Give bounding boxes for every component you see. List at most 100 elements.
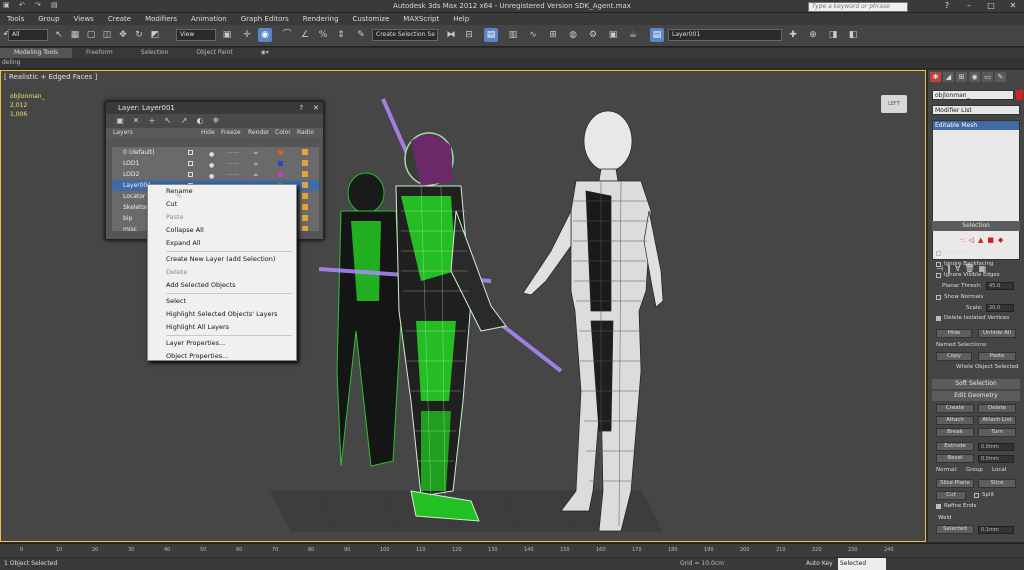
radiosity-icon[interactable] bbox=[302, 149, 308, 155]
add-to-layer-icon[interactable]: ⊕ bbox=[806, 28, 820, 42]
material-editor-icon[interactable]: ◍ bbox=[566, 28, 580, 42]
freeze-all-icon[interactable]: ❄ bbox=[211, 116, 221, 126]
refine-ends-checkbox[interactable] bbox=[936, 504, 941, 509]
create-tab-icon[interactable]: ✱ bbox=[930, 72, 941, 82]
hide-checkbox[interactable] bbox=[188, 150, 193, 155]
layer-window-titlebar[interactable]: Layer: Layer001 ? ✕ bbox=[106, 102, 323, 114]
edit-geometry-rollout-header[interactable]: Edit Geometry bbox=[932, 391, 1020, 401]
menu-modifiers[interactable]: Modifiers bbox=[138, 13, 184, 25]
mirror-icon[interactable]: ⧓ bbox=[444, 28, 458, 42]
close-icon[interactable]: ✕ bbox=[1004, 1, 1022, 11]
ignore-visible-edges-checkbox[interactable] bbox=[936, 273, 941, 278]
col-render[interactable]: Render bbox=[248, 128, 275, 138]
stack-item-editable-mesh[interactable]: Editable Mesh bbox=[933, 121, 1019, 130]
menu-item-highlight-all-layers[interactable]: Highlight All Layers bbox=[148, 321, 296, 334]
schematic-view-icon[interactable]: ⊞ bbox=[546, 28, 560, 42]
col-radiosity[interactable]: Radio bbox=[297, 128, 315, 138]
local-radio[interactable]: Local bbox=[992, 467, 1006, 473]
named-selection-combo[interactable]: Create Selection Se bbox=[372, 29, 438, 41]
select-object-icon[interactable]: ↖ bbox=[52, 28, 66, 42]
tab-selection[interactable]: Selection bbox=[127, 48, 183, 58]
col-freeze[interactable]: Freeze bbox=[221, 128, 248, 138]
hide-all-icon[interactable]: ◐ bbox=[195, 116, 205, 126]
highlight-selected-icon[interactable]: ↗ bbox=[179, 116, 189, 126]
add-selected-icon[interactable]: + bbox=[147, 116, 157, 126]
menu-animation[interactable]: Animation bbox=[184, 13, 234, 25]
viewcube[interactable]: LEFT bbox=[881, 95, 907, 113]
rect-selection-icon[interactable]: ▢ bbox=[84, 28, 98, 42]
hierarchy-tab-icon[interactable]: ⊞ bbox=[956, 72, 967, 82]
group-radio[interactable]: Group bbox=[966, 467, 983, 473]
by-vertex-checkbox[interactable] bbox=[936, 251, 941, 256]
col-hide[interactable]: Hide bbox=[201, 128, 221, 138]
slice-plane-button[interactable]: Slice Plane bbox=[936, 479, 974, 488]
reference-coord-combo[interactable]: View bbox=[176, 29, 216, 41]
percent-snap-icon[interactable]: % bbox=[316, 28, 330, 42]
layer-combo[interactable]: Layer001 bbox=[668, 29, 782, 41]
weld-selected-button[interactable]: Selected bbox=[936, 525, 974, 534]
radiosity-icon[interactable] bbox=[302, 182, 308, 188]
layer-row[interactable]: LOD2 ● —— ☕ bbox=[112, 169, 319, 180]
layer-toolbar-icon[interactable]: ▤ bbox=[650, 28, 664, 42]
selection-rollout-header[interactable]: Selection bbox=[932, 221, 1020, 231]
menu-group[interactable]: Group bbox=[31, 13, 66, 25]
object-name-field[interactable]: objlonman_ bbox=[932, 90, 1014, 100]
col-layers[interactable]: Layers bbox=[113, 128, 201, 138]
render-frame-icon[interactable]: ▣ bbox=[606, 28, 620, 42]
menu-item-cut[interactable]: Cut bbox=[148, 198, 296, 211]
layer-color-swatch[interactable] bbox=[278, 161, 283, 166]
align-icon[interactable]: ⊟ bbox=[462, 28, 476, 42]
turn-button[interactable]: Turn bbox=[978, 428, 1016, 437]
motion-tab-icon[interactable]: ◉ bbox=[969, 72, 980, 82]
attach-list-button[interactable]: Attach List bbox=[978, 416, 1016, 425]
radiosity-icon[interactable] bbox=[302, 171, 308, 177]
polygon-icon[interactable]: ■ bbox=[987, 236, 994, 244]
ribbon-options-icon[interactable]: ◉▾ bbox=[247, 48, 283, 58]
delete-button[interactable]: Delete bbox=[978, 404, 1016, 413]
menu-item-layer-properties[interactable]: Layer Properties... bbox=[148, 337, 296, 350]
create-layer-icon[interactable]: ✚ bbox=[786, 28, 800, 42]
element-icon[interactable]: ◆ bbox=[998, 236, 1003, 244]
layer-row[interactable]: LOD1 ● —— ☕ bbox=[112, 158, 319, 169]
selection-filter-combo[interactable]: All bbox=[8, 29, 48, 41]
tab-object-paint[interactable]: Object Paint bbox=[182, 48, 246, 58]
bevel-spinner[interactable]: 0.0mm bbox=[978, 455, 1014, 463]
cut-button[interactable]: Cut bbox=[936, 491, 966, 500]
show-normals-checkbox[interactable] bbox=[936, 295, 941, 300]
timeline[interactable]: 0 10 20 30 40 50 60 70 80 90 100 110 120 130 140 150 160… bbox=[0, 543, 1024, 557]
help-icon[interactable]: ? bbox=[938, 1, 956, 11]
delete-isolated-checkbox[interactable] bbox=[936, 316, 941, 321]
menu-item-highlight-selected-objects-layers[interactable]: Highlight Selected Objects' Layers bbox=[148, 308, 296, 321]
face-icon[interactable]: ▲ bbox=[978, 236, 983, 244]
radiosity-icon[interactable] bbox=[302, 160, 308, 166]
menu-item-add-selected-objects[interactable]: Add Selected Objects bbox=[148, 279, 296, 292]
ignore-backfacing-checkbox[interactable] bbox=[936, 262, 941, 267]
menu-item-expand-all[interactable]: Expand All bbox=[148, 237, 296, 250]
move-icon[interactable]: ✥ bbox=[116, 28, 130, 42]
graphite-toggle-icon[interactable]: ▥ bbox=[506, 28, 520, 42]
layer-color-swatch[interactable] bbox=[278, 150, 283, 155]
render-dash-icon[interactable]: —— bbox=[227, 147, 239, 158]
keyboard-shortcut-icon[interactable]: ◉ bbox=[258, 28, 272, 42]
set-current-layer-icon[interactable]: ◧ bbox=[846, 28, 860, 42]
hide-button[interactable]: Hide bbox=[936, 329, 972, 338]
object-color-swatch[interactable] bbox=[1016, 90, 1023, 100]
modifier-list-dropdown[interactable]: Modifier List bbox=[932, 105, 1020, 115]
maximize-icon[interactable]: □ bbox=[982, 1, 1000, 11]
edit-named-selection-icon[interactable]: ✎ bbox=[354, 28, 368, 42]
radiosity-icon[interactable] bbox=[302, 204, 308, 210]
copy-button[interactable]: Copy bbox=[936, 352, 972, 361]
radiosity-icon[interactable] bbox=[302, 215, 308, 221]
menu-item-rename[interactable]: Rename bbox=[148, 185, 296, 198]
layer-row[interactable]: 0 (default) ● —— ☕ bbox=[112, 147, 319, 158]
render-teapot-icon[interactable]: ☕ bbox=[253, 147, 258, 158]
spinner-snap-icon[interactable]: ⇕ bbox=[334, 28, 348, 42]
attach-button[interactable]: Attach bbox=[936, 416, 974, 425]
bevel-button[interactable]: Bevel bbox=[936, 454, 974, 463]
menu-item-create-new-layer-add-selection[interactable]: Create New Layer (add Selection) bbox=[148, 253, 296, 266]
snap-icon[interactable]: ⌒ bbox=[280, 28, 294, 42]
hide-checkbox[interactable] bbox=[188, 161, 193, 166]
menu-tools[interactable]: Tools bbox=[0, 13, 31, 25]
paste-button[interactable]: Paste bbox=[978, 352, 1016, 361]
menu-help[interactable]: Help bbox=[446, 13, 476, 25]
